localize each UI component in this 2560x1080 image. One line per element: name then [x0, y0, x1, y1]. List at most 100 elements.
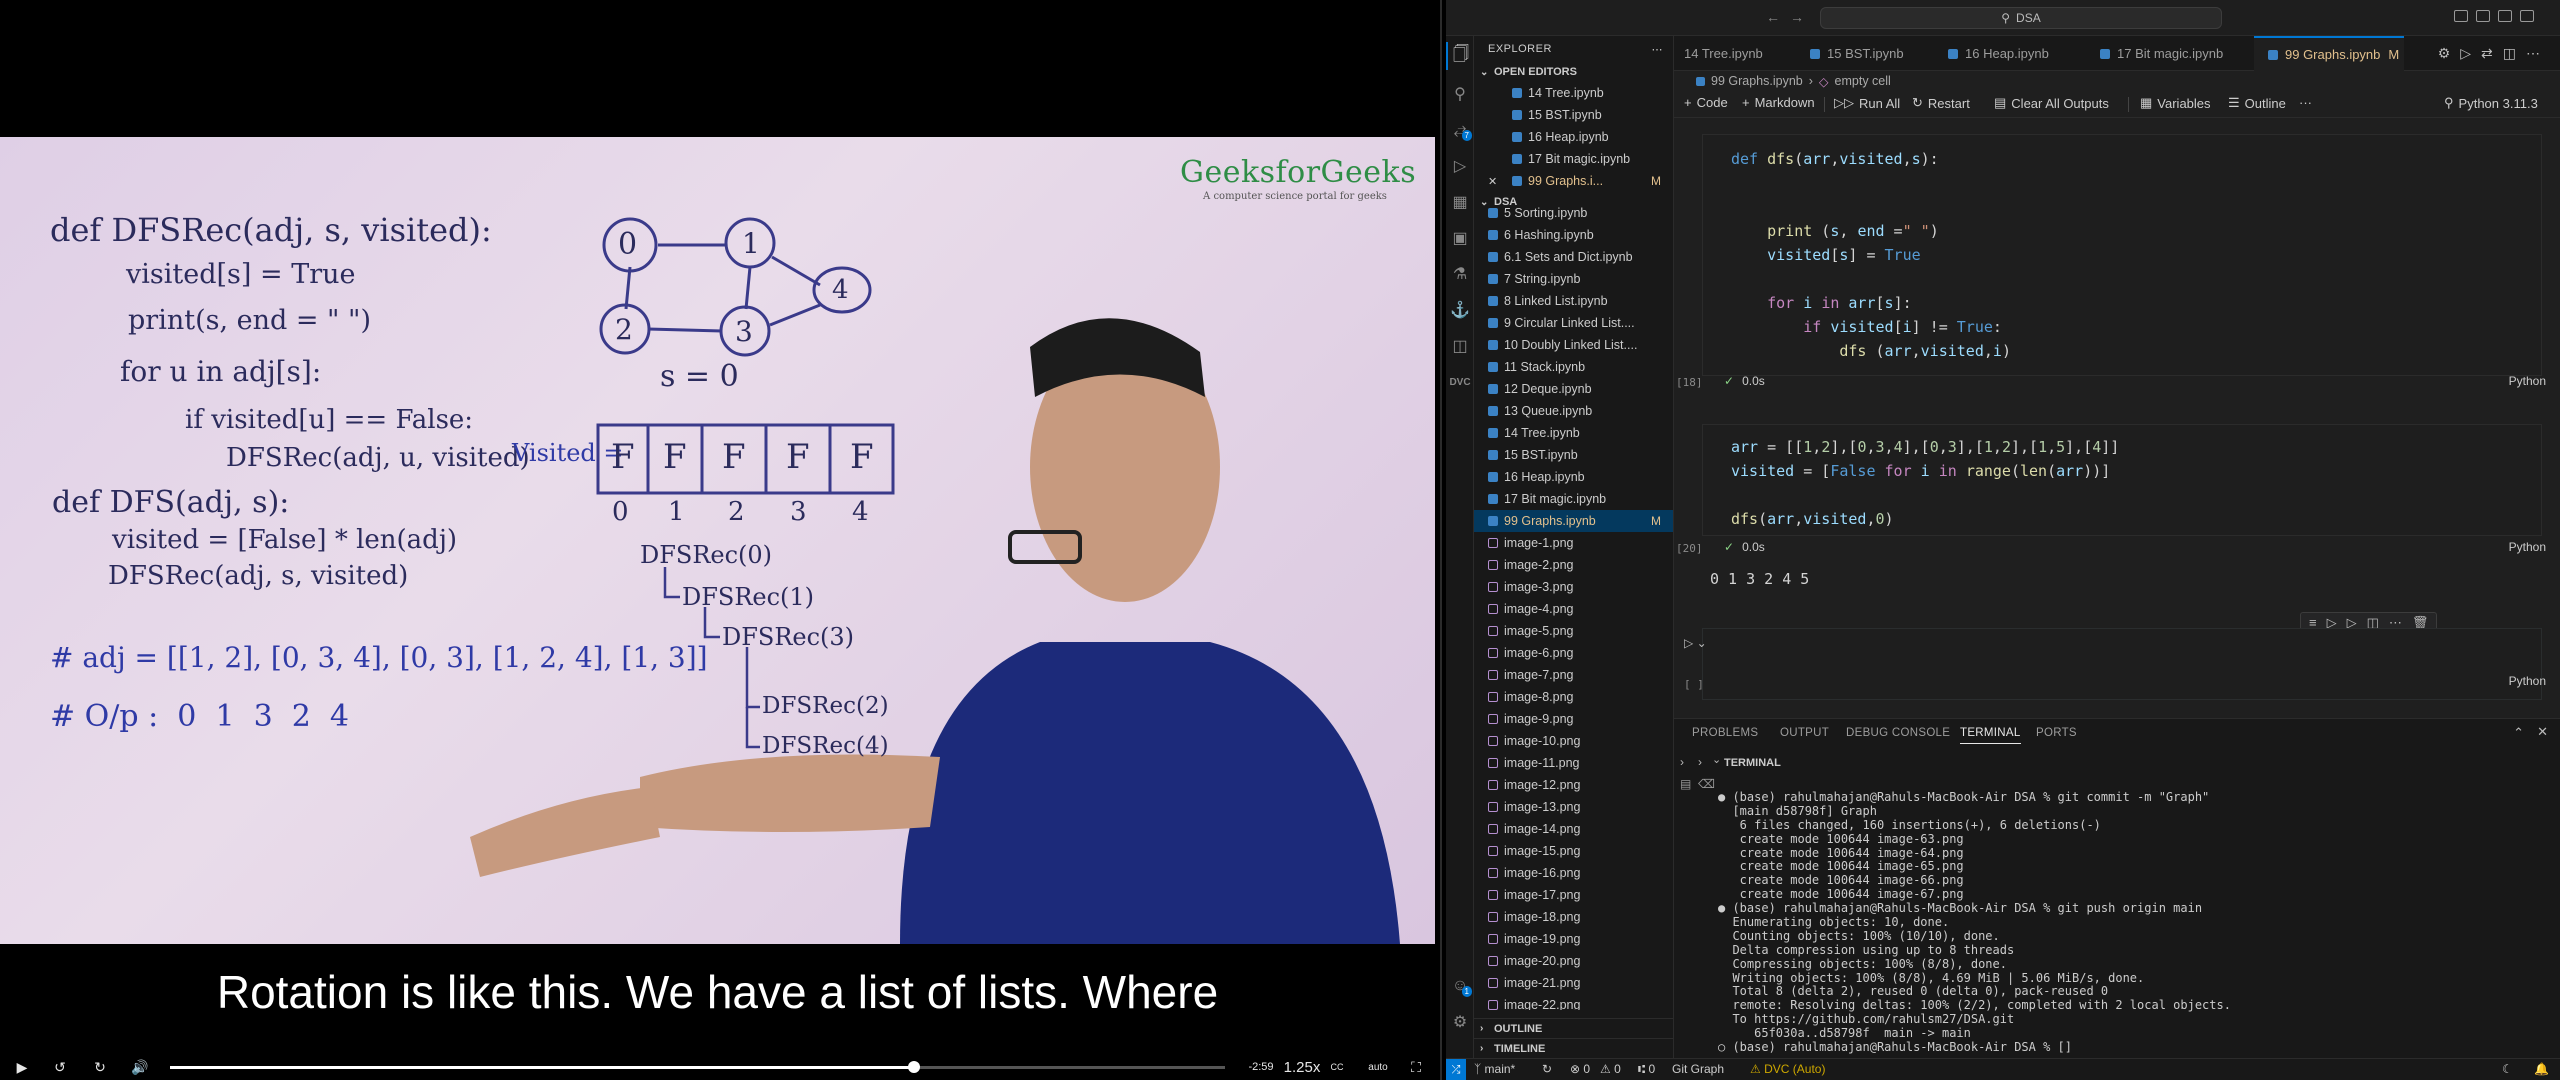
file-item-image[interactable]: image-16.png — [1474, 862, 1673, 884]
cell-2-language[interactable]: Python — [2509, 540, 2546, 554]
tab-15-bst[interactable]: 15 BST.ipynb — [1794, 36, 1932, 71]
file-item-image[interactable]: image-8.png — [1474, 686, 1673, 708]
cell-1-code[interactable]: def dfs(arr,visited,s): print (s, end ="… — [1731, 147, 2011, 363]
toggle-sidebar-icon[interactable] — [2454, 10, 2468, 22]
customize-layout-icon[interactable] — [2520, 10, 2534, 22]
ports-indicator[interactable]: ⑆ 0 — [1638, 1062, 1655, 1076]
accounts-icon[interactable]: ☺ 1 — [1446, 972, 1474, 1000]
forward-button[interactable]: ↻ — [88, 1054, 112, 1080]
file-item-image[interactable]: image-17.png — [1474, 884, 1673, 906]
file-item-image[interactable]: image-10.png — [1474, 730, 1673, 752]
dvc-status[interactable]: ⚠ DVC (Auto) — [1750, 1062, 1825, 1076]
more-actions-icon[interactable]: ⋯ — [1652, 43, 1664, 56]
play-button[interactable]: ▶ — [10, 1054, 34, 1080]
terminal-output[interactable]: ● (base) rahulmahajan@Rahuls-MacBook-Air… — [1718, 790, 2548, 1055]
file-item-image[interactable]: image-1.png — [1474, 532, 1673, 554]
file-item-image[interactable]: image-13.png — [1474, 796, 1673, 818]
command-center-search[interactable]: ⚲ DSA — [1820, 7, 2222, 29]
search-icon[interactable]: ⚲ — [1446, 80, 1474, 108]
file-item-image[interactable]: image-12.png — [1474, 774, 1673, 796]
file-item-image[interactable]: image-14.png — [1474, 818, 1673, 840]
errors-indicator[interactable]: ⊗ 0 — [1570, 1062, 1590, 1076]
code-cell-1[interactable]: def dfs(arr,visited,s): print (s, end ="… — [1702, 134, 2542, 376]
add-markdown-cell-button[interactable]: + Markdown — [1742, 95, 1815, 110]
cell-1-language[interactable]: Python — [2509, 374, 2546, 388]
more-actions-icon[interactable]: ⋯ — [2526, 45, 2550, 61]
file-item-image[interactable]: image-5.png — [1474, 620, 1673, 642]
gear-icon[interactable]: ⚙ — [2438, 45, 2461, 61]
file-item-notebook[interactable]: 14 Tree.ipynb — [1474, 422, 1673, 444]
tab-debug-console[interactable]: DEBUG CONSOLE — [1846, 727, 1950, 739]
close-panel-icon[interactable]: ✕ — [2537, 724, 2548, 740]
dvc-icon[interactable]: DVC — [1446, 368, 1474, 396]
open-editor-item[interactable]: 15 BST.ipynb — [1474, 104, 1673, 126]
tab-terminal[interactable]: TERMINAL — [1960, 727, 2021, 744]
video-frame[interactable]: def DFSRec(adj, s, visited): visited[s] … — [0, 137, 1435, 944]
add-code-cell-button[interactable]: + Code — [1684, 95, 1728, 110]
tab-ports[interactable]: PORTS — [2036, 727, 2077, 739]
clear-outputs-button[interactable]: ▤ Clear All Outputs — [1994, 95, 2109, 111]
docker-icon[interactable]: ⚓ — [1446, 296, 1474, 324]
kernel-picker[interactable]: ⚲ Python 3.11.3 — [2444, 95, 2538, 111]
remote-explorer-icon[interactable]: ▣ — [1446, 224, 1474, 252]
tab-14-tree[interactable]: 14 Tree.ipynb — [1674, 36, 1794, 71]
file-item-image[interactable]: image-7.png — [1474, 664, 1673, 686]
file-item-notebook[interactable]: 13 Queue.ipynb — [1474, 400, 1673, 422]
open-editors-section[interactable]: ⌄ OPEN EDITORS — [1474, 62, 1673, 82]
code-cell-3[interactable] — [1702, 628, 2542, 700]
close-icon[interactable]: ✕ — [1488, 175, 1497, 188]
notifications-bell-icon[interactable]: 🔔 — [2534, 1062, 2549, 1076]
file-item-image[interactable]: image-11.png — [1474, 752, 1673, 774]
run-cell-button[interactable]: ▷ ⌄ — [1684, 636, 1707, 650]
file-item-notebook[interactable]: 16 Heap.ipynb — [1474, 466, 1673, 488]
file-item-image[interactable]: image-9.png — [1474, 708, 1673, 730]
notebook-editor[interactable]: def dfs(arr,visited,s): print (s, end ="… — [1674, 118, 2560, 718]
progress-knob[interactable] — [907, 1061, 920, 1073]
copilot-icon[interactable]: ☾ — [2502, 1062, 2513, 1076]
sync-icon[interactable]: ↻ — [1542, 1062, 1552, 1076]
outline-button[interactable]: ☰ Outline — [2228, 95, 2286, 111]
tab-16-heap[interactable]: 16 Heap.ipynb — [1932, 36, 2084, 71]
file-item-image[interactable]: image-19.png — [1474, 928, 1673, 950]
run-debug-icon[interactable]: ▷ — [1446, 152, 1474, 180]
outline-section[interactable]: › OUTLINE — [1474, 1018, 1673, 1038]
more-toolbar-button[interactable]: ··· — [2299, 95, 2312, 110]
eraser-icon[interactable]: ⌫ — [1698, 777, 1715, 791]
rewind-button[interactable]: ↺ — [48, 1054, 72, 1080]
containers-icon[interactable]: ◫ — [1446, 332, 1474, 360]
open-editor-item[interactable]: ✕ 99 Graphs.i... M — [1474, 170, 1673, 192]
run-icon[interactable]: ▷ — [2460, 45, 2481, 61]
restart-button[interactable]: ↻ Restart — [1912, 95, 1970, 111]
breadcrumb-file[interactable]: 99 Graphs.ipynb — [1711, 74, 1803, 88]
cell-2-code[interactable]: arr = [[1,2],[0,3,4],[0,3],[1,2],[1,5],[… — [1731, 435, 2119, 531]
run-all-button[interactable]: ▷▷ Run All — [1834, 95, 1900, 111]
file-item-notebook[interactable]: 11 Stack.ipynb — [1474, 356, 1673, 378]
file-item-image[interactable]: image-18.png — [1474, 906, 1673, 928]
file-item-notebook[interactable]: 6 Hashing.ipynb — [1474, 224, 1673, 246]
compare-icon[interactable]: ⇄ — [2481, 45, 2503, 61]
file-item-notebook[interactable]: 99 Graphs.ipynb M — [1474, 510, 1673, 532]
chevron-down-icon[interactable]: ⌄ — [1712, 753, 1721, 766]
trash-icon[interactable]: ▤ — [1680, 777, 1691, 791]
source-control-icon[interactable]: ⥄ 7 — [1446, 116, 1474, 144]
back-arrow-icon[interactable]: ← — [1766, 9, 1780, 25]
file-item-notebook[interactable]: 8 Linked List.ipynb — [1474, 290, 1673, 312]
file-item-image[interactable]: image-22.png — [1474, 994, 1673, 1010]
volume-button[interactable]: 🔊 — [128, 1054, 152, 1080]
remote-indicator[interactable]: ⤮ — [1446, 1059, 1466, 1080]
file-item-notebook[interactable]: 12 Deque.ipynb — [1474, 378, 1673, 400]
file-item-image[interactable]: image-15.png — [1474, 840, 1673, 862]
file-item-notebook[interactable]: 10 Doubly Linked List.... — [1474, 334, 1673, 356]
split-editor-icon[interactable]: ◫ — [2503, 45, 2526, 61]
speed-button[interactable]: 1.25x — [1282, 1054, 1322, 1080]
explorer-icon[interactable]: 🗍 — [1446, 42, 1474, 70]
tab-17-bit-magic[interactable]: 17 Bit magic.ipynb — [2084, 36, 2254, 71]
forward-arrow-icon[interactable]: → — [1790, 9, 1804, 25]
pane-divider[interactable] — [1440, 0, 1442, 1080]
git-graph-button[interactable]: Git Graph — [1672, 1062, 1724, 1076]
file-item-notebook[interactable]: 7 String.ipynb — [1474, 268, 1673, 290]
video-player[interactable]: def DFSRec(adj, s, visited): visited[s] … — [0, 0, 1440, 1080]
cc-button[interactable]: CC — [1327, 1054, 1347, 1080]
file-item-image[interactable]: image-4.png — [1474, 598, 1673, 620]
toggle-panel-icon[interactable] — [2476, 10, 2490, 22]
